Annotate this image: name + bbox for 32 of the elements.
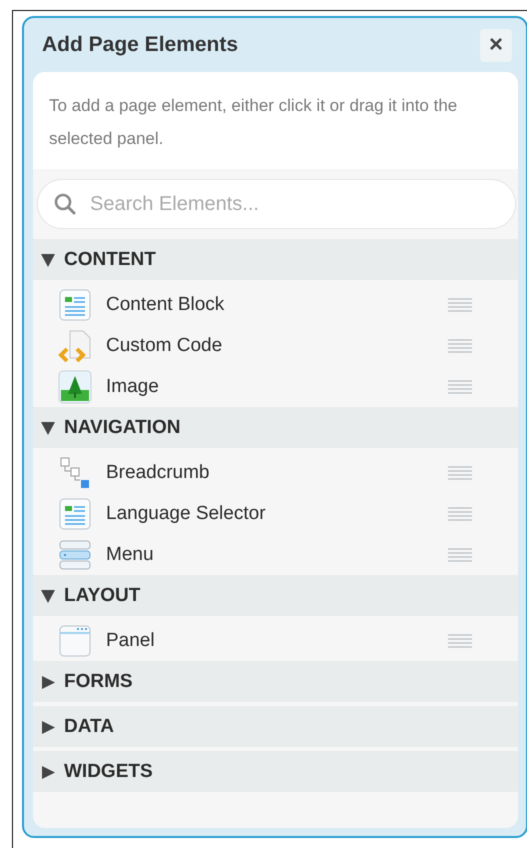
search-field[interactable]: Search Elements... <box>37 179 516 229</box>
intro-text: To add a page element, either click it or drag it into the selected panel. <box>33 72 518 169</box>
element-item[interactable]: Image <box>106 376 434 398</box>
element-item[interactable]: Custom Code <box>106 334 434 356</box>
search-icon <box>54 193 76 215</box>
section-header[interactable]: NAVIGATION <box>33 407 518 448</box>
drag-handle-icon[interactable] <box>448 466 472 480</box>
element-item[interactable]: Panel <box>106 630 434 652</box>
drag-handle-icon[interactable] <box>448 298 472 312</box>
content-block-icon <box>58 288 92 322</box>
drag-handle-icon[interactable] <box>448 548 472 562</box>
drag-handle-icon[interactable] <box>448 506 472 520</box>
element-item[interactable]: Breadcrumb <box>106 462 434 484</box>
element-item[interactable]: Menu <box>106 544 434 566</box>
section-header[interactable]: DATA <box>33 706 518 747</box>
window-icon <box>58 624 92 658</box>
content-block-icon <box>58 496 92 530</box>
element-item[interactable]: Language Selector <box>106 502 434 524</box>
drag-handle-icon[interactable] <box>448 380 472 394</box>
dialog-title: Add Page Elements <box>42 33 238 57</box>
drag-handle-icon[interactable] <box>448 634 472 648</box>
close-button[interactable]: × <box>480 28 512 62</box>
element-item[interactable]: Content Block <box>106 294 434 316</box>
menu-list-icon <box>58 538 92 572</box>
drag-handle-icon[interactable] <box>448 338 472 352</box>
section-header[interactable]: LAYOUT <box>33 575 518 616</box>
section-header[interactable]: CONTENT <box>33 239 518 280</box>
section-header[interactable]: FORMS <box>33 661 518 702</box>
image-icon <box>58 370 92 404</box>
code-file-icon <box>58 328 92 362</box>
section-header[interactable]: WIDGETS <box>33 751 518 792</box>
hierarchy-icon <box>58 456 92 490</box>
